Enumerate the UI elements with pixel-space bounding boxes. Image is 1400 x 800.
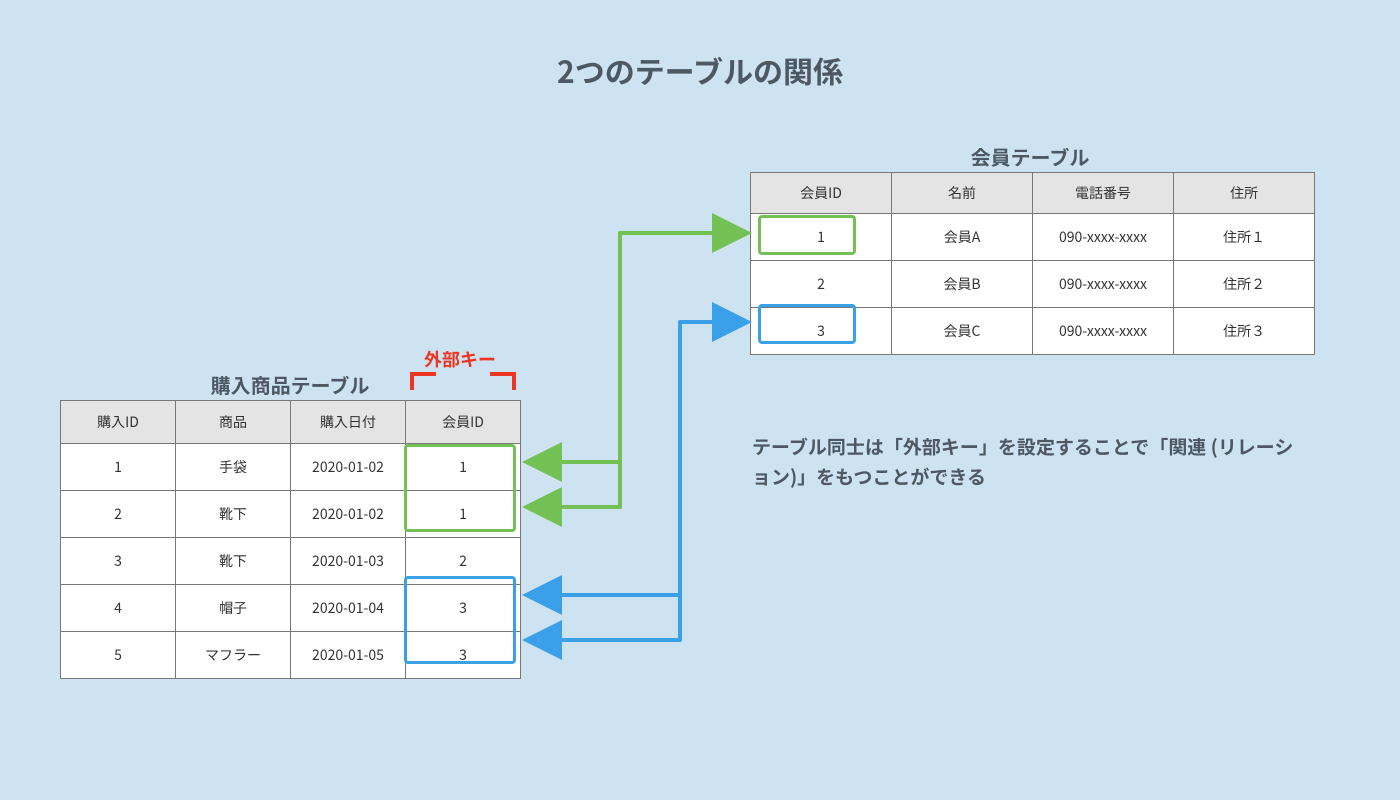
bracket-right-icon <box>490 372 516 390</box>
member-header: 会員ID <box>751 173 892 214</box>
table-cell: 住所１ <box>1174 214 1315 261</box>
table-cell: 2 <box>751 261 892 308</box>
table-cell: 会員A <box>892 214 1033 261</box>
table-cell: 3 <box>406 632 521 679</box>
table-cell: 1 <box>406 444 521 491</box>
table-cell: 4 <box>61 585 176 632</box>
table-cell: 2 <box>406 538 521 585</box>
table-cell: 靴下 <box>176 491 291 538</box>
table-cell: 2 <box>61 491 176 538</box>
table-cell: 住所２ <box>1174 261 1315 308</box>
table-cell: 1 <box>751 214 892 261</box>
member-header: 住所 <box>1174 173 1315 214</box>
table-cell: 帽子 <box>176 585 291 632</box>
table-cell: 1 <box>61 444 176 491</box>
table-cell: 会員C <box>892 308 1033 355</box>
purchase-table: 購入ID 商品 購入日付 会員ID 1手袋2020-01-0212靴下2020-… <box>60 400 521 679</box>
bracket-left-icon <box>410 372 436 390</box>
table-cell: 2020-01-02 <box>291 491 406 538</box>
table-cell: 2020-01-02 <box>291 444 406 491</box>
table-cell: 3 <box>751 308 892 355</box>
table-cell: 090-xxxx-xxxx <box>1033 214 1174 261</box>
purchase-header: 購入ID <box>61 401 176 444</box>
table-cell: 090-xxxx-xxxx <box>1033 308 1174 355</box>
page-title: 2つのテーブルの関係 <box>0 48 1400 92</box>
table-cell: 2020-01-03 <box>291 538 406 585</box>
member-table: 会員ID 名前 電話番号 住所 1会員A090-xxxx-xxxx住所１ 2会員B… <box>750 172 1315 355</box>
table-cell: 3 <box>61 538 176 585</box>
relation-description: テーブル同士は「外部キー」を設定することで「関連 (リレーション)」をもつことが… <box>752 432 1312 493</box>
table-cell: 090-xxxx-xxxx <box>1033 261 1174 308</box>
table-cell: 2020-01-04 <box>291 585 406 632</box>
purchase-table-title: 購入商品テーブル <box>60 370 520 399</box>
member-header: 電話番号 <box>1033 173 1174 214</box>
table-cell: 2020-01-05 <box>291 632 406 679</box>
purchase-header: 購入日付 <box>291 401 406 444</box>
member-table-title: 会員テーブル <box>750 142 1310 171</box>
table-cell: 5 <box>61 632 176 679</box>
table-cell: 手袋 <box>176 444 291 491</box>
foreign-key-label: 外部キー <box>405 346 515 372</box>
table-cell: 住所３ <box>1174 308 1315 355</box>
purchase-header: 会員ID <box>406 401 521 444</box>
member-header: 名前 <box>892 173 1033 214</box>
table-cell: 靴下 <box>176 538 291 585</box>
table-cell: マフラー <box>176 632 291 679</box>
table-cell: 3 <box>406 585 521 632</box>
table-cell: 1 <box>406 491 521 538</box>
purchase-header: 商品 <box>176 401 291 444</box>
table-cell: 会員B <box>892 261 1033 308</box>
